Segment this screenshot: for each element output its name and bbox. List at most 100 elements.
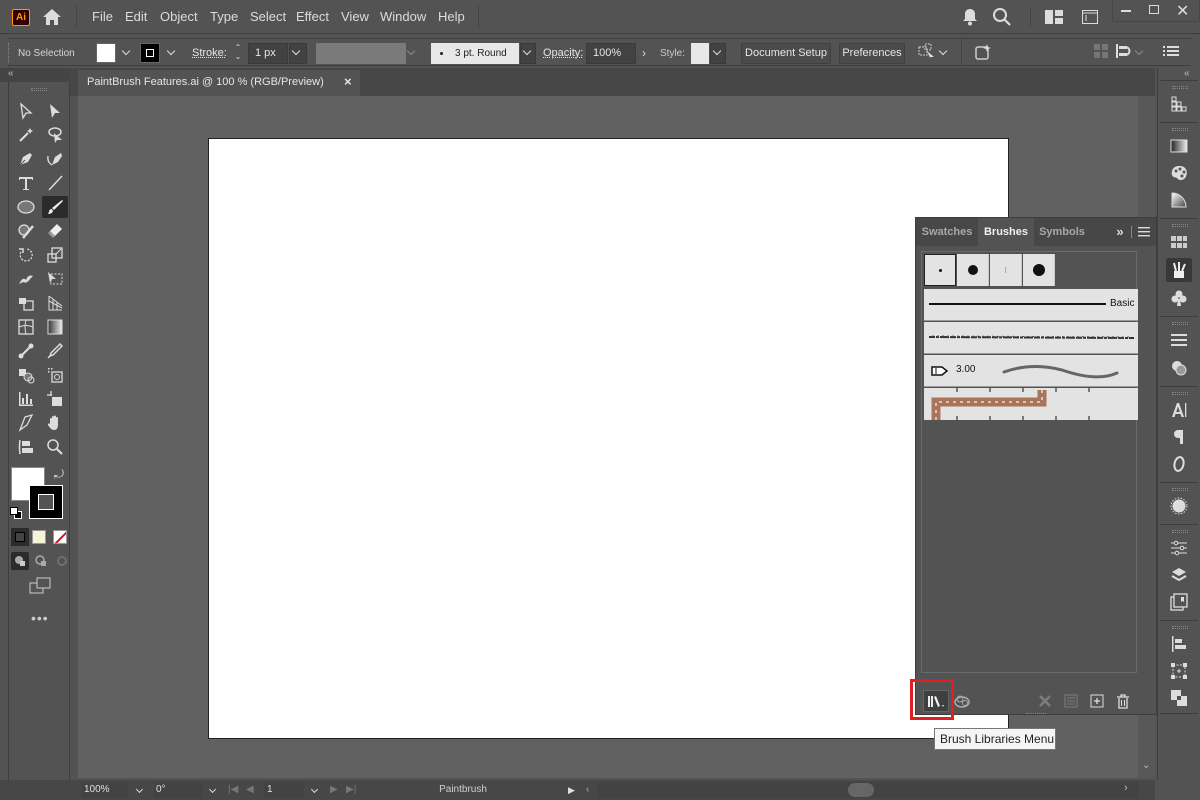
align-panel-icon[interactable]: [1166, 632, 1192, 656]
edit-toolbar-icon[interactable]: •••: [31, 610, 49, 626]
symbol-sprayer-tool-icon[interactable]: [13, 364, 39, 386]
swap-fill-stroke-icon[interactable]: ⤾: [54, 467, 64, 482]
close-button[interactable]: ✕: [1176, 1, 1189, 21]
opacity-label[interactable]: Opacity:: [543, 43, 583, 64]
panel-more-icon[interactable]: »: [1110, 218, 1130, 246]
artboard-number-input[interactable]: 1: [264, 782, 304, 798]
menu-edit[interactable]: Edit: [125, 9, 147, 24]
type-tool-icon[interactable]: [13, 172, 39, 194]
character-panel-icon[interactable]: [1166, 398, 1192, 422]
stroke-color-swatch[interactable]: [29, 485, 63, 519]
brush-pattern[interactable]: [924, 388, 1138, 420]
minimize-button[interactable]: [1121, 10, 1131, 12]
appearance-panel-icon[interactable]: [1166, 356, 1192, 380]
brush-swatch-round-large[interactable]: [1023, 254, 1055, 286]
artboard-dropdown[interactable]: [306, 782, 322, 798]
arrange-documents-icon[interactable]: [1082, 10, 1098, 27]
recolor-artwork-icon[interactable]: [974, 43, 992, 64]
zoom-level-input[interactable]: 100%: [82, 782, 128, 798]
hand-tool-icon[interactable]: [42, 412, 68, 434]
panel-resize-grip[interactable]: [1026, 713, 1046, 716]
opacity-arrow[interactable]: ›: [637, 43, 651, 64]
stroke-weight-input[interactable]: 1 px: [248, 43, 288, 64]
artboard-tool-icon[interactable]: [42, 388, 68, 410]
horizontal-scroll-thumb[interactable]: [848, 783, 874, 797]
shaper-tool-icon[interactable]: [13, 220, 39, 242]
color-mode-button[interactable]: [11, 528, 29, 546]
scroll-right-icon[interactable]: ›: [1124, 782, 1128, 794]
column-graph-tool-icon[interactable]: [13, 388, 39, 410]
menu-object[interactable]: Object: [160, 9, 198, 24]
preferences-button[interactable]: Preferences: [839, 43, 905, 64]
graphic-style-dropdown[interactable]: [710, 43, 726, 64]
free-transform-tool-icon[interactable]: [42, 268, 68, 290]
new-brush-icon[interactable]: [1087, 692, 1107, 710]
layers-panel-icon[interactable]: [1166, 563, 1192, 587]
stroke-stepper[interactable]: ⌃ ⌄: [230, 43, 246, 64]
search-icon[interactable]: [992, 7, 1012, 30]
document-setup-button[interactable]: Document Setup: [741, 43, 831, 64]
properties-panel-icon[interactable]: [1166, 536, 1192, 560]
stroke-weight-dropdown[interactable]: [289, 43, 307, 64]
brush-bristle[interactable]: 3.00: [924, 355, 1138, 387]
direct-selection-tool-icon[interactable]: [42, 100, 68, 122]
horizontal-scrollbar[interactable]: ›: [598, 782, 1138, 798]
magic-wand-tool-icon[interactable]: [13, 124, 39, 146]
ellipse-tool-icon[interactable]: [13, 196, 39, 218]
tab-symbols[interactable]: Symbols: [1034, 218, 1090, 246]
gradient-mode-button[interactable]: [32, 530, 46, 544]
panel-menu-icon[interactable]: [1163, 43, 1179, 64]
tab-swatches[interactable]: Swatches: [916, 218, 978, 246]
default-fill-stroke-icon[interactable]: [10, 507, 22, 519]
color-guide-palette-icon[interactable]: [1166, 161, 1192, 185]
control-bar-grip[interactable]: [8, 43, 11, 63]
transform-panel-icon[interactable]: [1166, 659, 1192, 683]
swatches-panel-icon[interactable]: [1166, 230, 1192, 254]
menu-select[interactable]: Select: [250, 9, 286, 24]
gradient-panel-icon[interactable]: [1166, 134, 1192, 158]
asset-export-icon[interactable]: [1166, 92, 1192, 116]
panel-menu-icon[interactable]: [1138, 226, 1150, 240]
rotation-dropdown[interactable]: [204, 782, 220, 798]
draw-inside-icon[interactable]: [53, 552, 71, 570]
opacity-input[interactable]: 100%: [586, 43, 636, 64]
paintbrush-tool-icon[interactable]: [42, 196, 68, 218]
blend-tool-icon[interactable]: [13, 340, 39, 362]
status-menu-arrow[interactable]: ▶: [568, 782, 575, 798]
artboards-panel-icon[interactable]: [1166, 590, 1192, 614]
brushes-panel-icon[interactable]: [1166, 258, 1192, 282]
menu-window[interactable]: Window: [380, 9, 426, 24]
fill-dropdown[interactable]: [118, 43, 134, 64]
screen-mode-icon[interactable]: [29, 577, 51, 598]
scroll-down-icon[interactable]: ⌄: [1142, 760, 1150, 771]
zoom-level-dropdown[interactable]: [130, 782, 148, 798]
menu-effect[interactable]: Effect: [296, 9, 329, 24]
live-paint-selection-tool-icon[interactable]: [42, 364, 68, 386]
stroke-label[interactable]: Stroke:: [192, 43, 227, 64]
rotation-input[interactable]: 0°: [154, 782, 202, 798]
pathfinder-panel-icon[interactable]: [1166, 686, 1192, 710]
none-mode-button[interactable]: [53, 530, 67, 544]
zoom-tool-icon[interactable]: [42, 436, 68, 458]
mesh-tool-icon[interactable]: [13, 316, 39, 338]
notifications-bell-icon[interactable]: [962, 8, 978, 29]
line-segment-tool-icon[interactable]: [42, 172, 68, 194]
eraser-tool-icon[interactable]: [42, 220, 68, 242]
graphic-style-swatch[interactable]: [691, 43, 709, 64]
brush-basic[interactable]: Basic: [924, 289, 1138, 321]
draw-normal-icon[interactable]: [11, 552, 29, 570]
transparency-panel-icon[interactable]: [1166, 188, 1192, 212]
dock-collapse-icon[interactable]: «: [1184, 68, 1190, 79]
shape-builder-tool-icon[interactable]: [13, 292, 39, 314]
puppet-warp-tool-icon[interactable]: [13, 268, 39, 290]
pen-tool-icon[interactable]: [13, 148, 39, 170]
perspective-grid-tool-icon[interactable]: [42, 292, 68, 314]
symbols-panel-icon[interactable]: [1166, 286, 1192, 310]
brush-swatch-round-medium[interactable]: [957, 254, 989, 286]
artboard[interactable]: [208, 138, 1009, 739]
menu-view[interactable]: View: [341, 9, 369, 24]
brush-charcoal[interactable]: [924, 322, 1138, 354]
stroke-panel-icon[interactable]: [1166, 328, 1192, 352]
rotate-tool-icon[interactable]: [13, 244, 39, 266]
brush-definition-dropdown[interactable]: [520, 43, 536, 64]
